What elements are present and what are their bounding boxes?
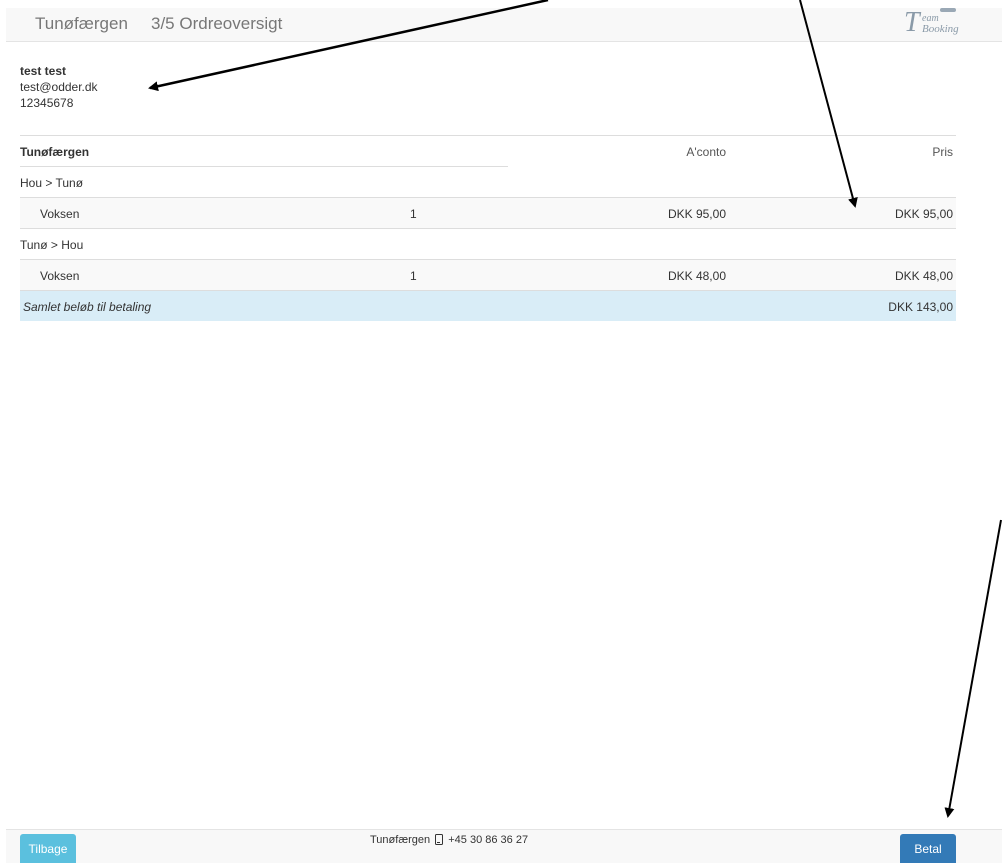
- item-label: Voksen: [40, 269, 80, 283]
- item-aconto: DKK 48,00: [667, 269, 726, 283]
- contact-info: Tunøfærgen +45 30 86 36 27: [370, 834, 528, 846]
- annotation-arrows: [148, 0, 1002, 818]
- annotation-arrow-pay: [944, 519, 1002, 818]
- route-row: Hou > Tunø: [20, 166, 956, 197]
- pay-button[interactable]: Betal: [900, 834, 956, 863]
- total-row: Samlet beløb til betaling DKK 143,00: [20, 290, 956, 321]
- item-qty: 1: [410, 269, 417, 283]
- item-price: DKK 95,00: [894, 207, 953, 221]
- logo-cap-shape: [940, 8, 956, 12]
- back-button[interactable]: Tilbage: [20, 834, 76, 863]
- customer-info: test test test@odder.dk 12345678: [20, 63, 98, 111]
- table-row: Voksen 1 DKK 48,00 DKK 48,00: [20, 259, 956, 290]
- mobile-phone-icon: [435, 834, 444, 845]
- customer-email: test@odder.dk: [20, 80, 98, 94]
- step-title: 3/5 Ordreoversigt: [151, 14, 283, 33]
- order-overview-page: Tunøfærgen 3/5 Ordreoversigt T eam Booki…: [0, 0, 1003, 863]
- item-aconto: DKK 95,00: [667, 207, 726, 221]
- header-price: Pris: [932, 145, 953, 159]
- route-label: Hou > Tunø: [20, 176, 84, 190]
- customer-phone: 12345678: [20, 96, 74, 110]
- contact-phone: +45 30 86 36 27: [448, 834, 529, 846]
- route-label: Tunø > Hou: [20, 238, 84, 252]
- total-value: DKK 143,00: [888, 300, 953, 314]
- item-label: Voksen: [40, 207, 80, 221]
- item-qty: 1: [410, 207, 417, 221]
- item-price: DKK 48,00: [894, 269, 953, 283]
- logo-text-line2: Booking: [922, 23, 959, 35]
- route-row: Tunø > Hou: [20, 228, 956, 259]
- order-summary-table: Tunøfærgen A'conto Pris Hou > Tunø Vokse…: [20, 135, 956, 321]
- table-row: Voksen 1 DKK 95,00 DKK 95,00: [20, 197, 956, 228]
- contact-name: Tunøfærgen: [370, 834, 431, 846]
- brand-title[interactable]: Tunøfærgen: [35, 14, 128, 34]
- customer-name: test test: [20, 64, 67, 78]
- logo-letter: T: [904, 7, 920, 38]
- teambooking-logo[interactable]: T eam Booking: [902, 8, 962, 38]
- header-aconto: A'conto: [686, 145, 726, 159]
- total-label: Samlet beløb til betaling: [23, 300, 152, 314]
- top-navbar: Tunøfærgen 3/5 Ordreoversigt T eam Booki…: [6, 8, 1002, 42]
- header-label: Tunøfærgen: [20, 145, 90, 159]
- bottom-bar: Tilbage Tunøfærgen +45 30 86 36 27 Betal: [6, 829, 1002, 863]
- table-header-row: Tunøfærgen A'conto Pris: [20, 135, 956, 166]
